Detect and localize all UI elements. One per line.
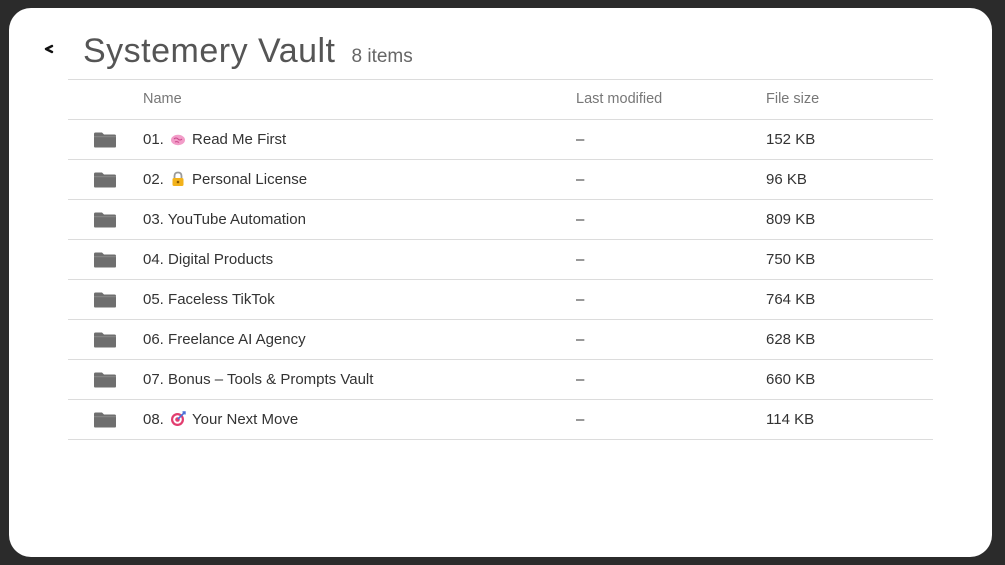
folder-label: Bonus – Tools & Prompts Vault — [168, 371, 374, 388]
folder-number: 02. — [143, 171, 164, 188]
table-row[interactable]: 08. Your Next Move – 114 KB — [68, 399, 933, 440]
folder-label: YouTube Automation — [167, 211, 306, 228]
table-row[interactable]: 04. Digital Products – 750 KB — [68, 239, 933, 279]
folder-number: 07. — [143, 371, 164, 388]
file-size-value: 96 KB — [766, 171, 807, 188]
chevron-left-icon — [44, 44, 54, 54]
file-size-value: 764 KB — [766, 291, 816, 308]
folder-name[interactable]: 01. Read Me First — [143, 120, 286, 159]
file-table: Name Last modified File size 01. Read Me… — [68, 79, 933, 440]
table-header: Name Last modified File size — [68, 79, 933, 119]
file-size-value: 114 KB — [766, 411, 815, 428]
lock-icon — [170, 171, 186, 187]
folder-name[interactable]: 08. Your Next Move — [143, 400, 298, 439]
file-browser-window: Systemery Vault 8 items Name Last modifi… — [9, 8, 992, 557]
folder-label: Read Me First — [192, 131, 287, 148]
back-button[interactable] — [41, 38, 57, 60]
target-icon — [170, 411, 186, 427]
table-body: 01. Read Me First – 152 KB 02. Personal Lic… — [68, 119, 933, 440]
folder-icon — [93, 132, 117, 148]
folder-number: 05. — [143, 291, 164, 308]
folder-name[interactable]: 06. Freelance AI Agency — [143, 320, 306, 359]
folder-icon — [93, 172, 117, 188]
folder-icon — [93, 412, 117, 428]
folder-label: Faceless TikTok — [168, 291, 275, 308]
folder-number: 01. — [143, 131, 164, 148]
brain-icon — [170, 131, 186, 147]
folder-number: 03. — [143, 211, 164, 228]
folder-icon — [93, 372, 117, 388]
last-modified-value: – — [576, 171, 585, 188]
folder-name[interactable]: 04. Digital Products — [143, 240, 273, 279]
last-modified-value: – — [576, 331, 585, 348]
file-size-value: 628 KB — [766, 331, 816, 348]
file-size-value: 660 KB — [766, 371, 816, 388]
folder-name[interactable]: 03. YouTube Automation — [143, 200, 306, 239]
table-row[interactable]: 07. Bonus – Tools & Prompts Vault – 660 KB — [68, 359, 933, 399]
last-modified-value: – — [576, 251, 585, 268]
page-header: Systemery Vault 8 items — [83, 32, 413, 80]
folder-label: Your Next Move — [192, 411, 299, 428]
folder-number: 08. — [143, 411, 164, 428]
folder-icon — [93, 252, 117, 268]
folder-icon — [93, 332, 117, 348]
column-header-last-modified[interactable]: Last modified — [576, 80, 662, 119]
folder-number: 06. — [143, 331, 164, 348]
folder-icon — [93, 212, 117, 228]
folder-label: Freelance AI Agency — [168, 331, 306, 348]
last-modified-value: – — [576, 131, 585, 148]
file-size-value: 750 KB — [766, 251, 816, 268]
last-modified-value: – — [576, 411, 585, 428]
table-row[interactable]: 01. Read Me First – 152 KB — [68, 119, 933, 159]
folder-name[interactable]: 07. Bonus – Tools & Prompts Vault — [143, 360, 373, 399]
page-title: Systemery Vault — [83, 32, 336, 70]
file-size-value: 809 KB — [766, 211, 816, 228]
folder-label: Personal License — [192, 171, 308, 188]
folder-label: Digital Products — [168, 251, 274, 268]
column-header-name[interactable]: Name — [143, 80, 182, 119]
table-row[interactable]: 06. Freelance AI Agency – 628 KB — [68, 319, 933, 359]
table-row[interactable]: 02. Personal License – 96 KB — [68, 159, 933, 199]
file-size-value: 152 KB — [766, 131, 816, 148]
last-modified-value: – — [576, 371, 585, 388]
table-row[interactable]: 05. Faceless TikTok – 764 KB — [68, 279, 933, 319]
folder-name[interactable]: 02. Personal License — [143, 160, 307, 199]
table-row[interactable]: 03. YouTube Automation – 809 KB — [68, 199, 933, 239]
last-modified-value: – — [576, 211, 585, 228]
folder-name[interactable]: 05. Faceless TikTok — [143, 280, 275, 319]
item-count: 8 items — [351, 46, 413, 67]
column-header-file-size[interactable]: File size — [766, 80, 819, 119]
last-modified-value: – — [576, 291, 585, 308]
folder-number: 04. — [143, 251, 164, 268]
folder-icon — [93, 292, 117, 308]
